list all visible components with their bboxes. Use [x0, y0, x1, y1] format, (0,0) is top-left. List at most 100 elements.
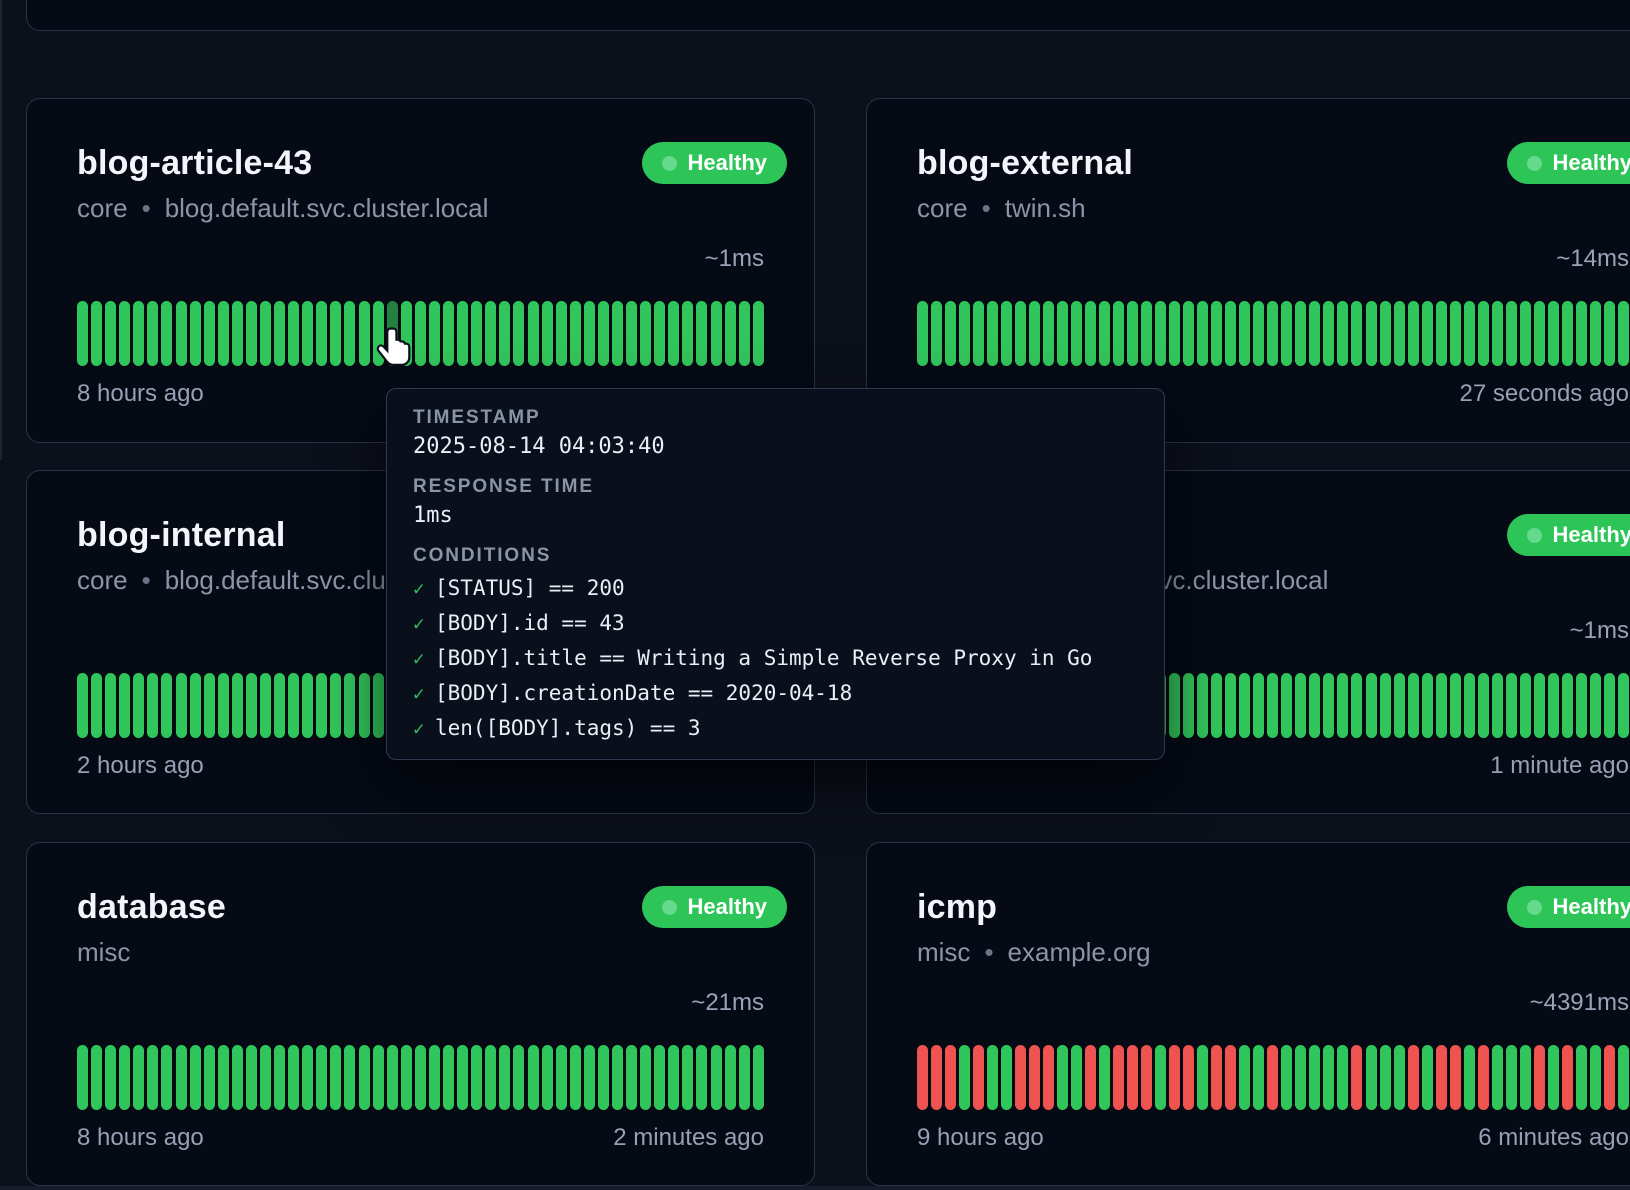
uptime-bar[interactable]	[457, 1045, 468, 1110]
uptime-bar[interactable]	[190, 301, 201, 366]
uptime-bar[interactable]	[91, 673, 102, 738]
uptime-bar[interactable]	[359, 673, 370, 738]
uptime-bar[interactable]	[246, 673, 257, 738]
uptime-bar[interactable]	[1267, 301, 1278, 366]
uptime-bar[interactable]	[1169, 673, 1180, 738]
uptime-bar[interactable]	[1169, 301, 1180, 366]
uptime-bar[interactable]	[739, 1045, 750, 1110]
uptime-bar[interactable]	[1225, 673, 1236, 738]
uptime-bar[interactable]	[1408, 1045, 1419, 1110]
uptime-bar[interactable]	[931, 301, 942, 366]
uptime-bar[interactable]	[528, 1045, 539, 1110]
uptime-bar[interactable]	[584, 301, 595, 366]
uptime-bar[interactable]	[1323, 301, 1334, 366]
uptime-bar[interactable]	[429, 301, 440, 366]
uptime-bar[interactable]	[373, 673, 384, 738]
uptime-bar[interactable]	[302, 301, 313, 366]
uptime-bar[interactable]	[973, 1045, 984, 1110]
uptime-bar[interactable]	[959, 1045, 970, 1110]
uptime-bar[interactable]	[1309, 673, 1320, 738]
uptime-bar[interactable]	[359, 301, 370, 366]
uptime-bar[interactable]	[1478, 301, 1489, 366]
uptime-bar[interactable]	[626, 301, 637, 366]
uptime-bar[interactable]	[1295, 1045, 1306, 1110]
uptime-bar[interactable]	[1590, 301, 1601, 366]
uptime-bar[interactable]	[612, 301, 623, 366]
uptime-bar[interactable]	[1197, 301, 1208, 366]
uptime-bar[interactable]	[1127, 1045, 1138, 1110]
uptime-bar[interactable]	[1141, 301, 1152, 366]
uptime-bar[interactable]	[598, 1045, 609, 1110]
uptime-bar[interactable]	[626, 1045, 637, 1110]
uptime-bar[interactable]	[176, 673, 187, 738]
uptime-bar[interactable]	[119, 301, 130, 366]
uptime-bar[interactable]	[387, 1045, 398, 1110]
uptime-bar[interactable]	[302, 1045, 313, 1110]
uptime-bar[interactable]	[471, 1045, 482, 1110]
uptime-bar[interactable]	[1099, 301, 1110, 366]
uptime-bar[interactable]	[1464, 673, 1475, 738]
service-card[interactable]: database Healthy misc ~21ms 8 hours ago …	[26, 842, 815, 1186]
uptime-bar[interactable]	[232, 301, 243, 366]
uptime-bar[interactable]	[1408, 673, 1419, 738]
uptime-bar[interactable]	[696, 1045, 707, 1110]
uptime-bar[interactable]	[288, 1045, 299, 1110]
uptime-bar[interactable]	[682, 1045, 693, 1110]
uptime-bar[interactable]	[499, 1045, 510, 1110]
uptime-bar[interactable]	[218, 673, 229, 738]
uptime-bar[interactable]	[1267, 1045, 1278, 1110]
uptime-bar[interactable]	[987, 301, 998, 366]
uptime-bar[interactable]	[682, 301, 693, 366]
uptime-bar[interactable]	[739, 301, 750, 366]
uptime-bar[interactable]	[204, 1045, 215, 1110]
uptime-bar[interactable]	[274, 1045, 285, 1110]
uptime-bar[interactable]	[1071, 301, 1082, 366]
uptime-bar[interactable]	[584, 1045, 595, 1110]
uptime-bar[interactable]	[77, 1045, 88, 1110]
uptime-bar[interactable]	[556, 301, 567, 366]
uptime-bar[interactable]	[190, 1045, 201, 1110]
uptime-bar[interactable]	[1478, 1045, 1489, 1110]
uptime-bar[interactable]	[204, 301, 215, 366]
uptime-bar[interactable]	[218, 301, 229, 366]
uptime-bar[interactable]	[91, 301, 102, 366]
uptime-bar[interactable]	[316, 1045, 327, 1110]
uptime-bar[interactable]	[485, 301, 496, 366]
uptime-bar[interactable]	[1169, 1045, 1180, 1110]
uptime-bar[interactable]	[359, 1045, 370, 1110]
uptime-bar[interactable]	[1211, 301, 1222, 366]
uptime-bar[interactable]	[1506, 1045, 1517, 1110]
uptime-bar[interactable]	[570, 1045, 581, 1110]
uptime-bar[interactable]	[316, 673, 327, 738]
uptime-bar[interactable]	[1239, 673, 1250, 738]
uptime-bar[interactable]	[711, 301, 722, 366]
uptime-bar[interactable]	[1422, 673, 1433, 738]
uptime-bar[interactable]	[1127, 301, 1138, 366]
uptime-bar[interactable]	[1183, 1045, 1194, 1110]
uptime-bar[interactable]	[654, 1045, 665, 1110]
uptime-bar[interactable]	[1253, 673, 1264, 738]
uptime-bar[interactable]	[753, 301, 764, 366]
uptime-bar[interactable]	[725, 301, 736, 366]
uptime-bar[interactable]	[1548, 301, 1559, 366]
uptime-bar[interactable]	[344, 301, 355, 366]
uptime-bar[interactable]	[443, 1045, 454, 1110]
uptime-bar[interactable]	[246, 301, 257, 366]
uptime-bar[interactable]	[1071, 1045, 1082, 1110]
uptime-bar[interactable]	[1043, 1045, 1054, 1110]
uptime-bar[interactable]	[274, 673, 285, 738]
uptime-bar[interactable]	[1225, 1045, 1236, 1110]
uptime-bar[interactable]	[316, 301, 327, 366]
uptime-bar[interactable]	[1001, 1045, 1012, 1110]
uptime-bar[interactable]	[1099, 1045, 1110, 1110]
uptime-bar[interactable]	[1029, 1045, 1040, 1110]
uptime-bar[interactable]	[1380, 301, 1391, 366]
uptime-bar[interactable]	[725, 1045, 736, 1110]
uptime-bar[interactable]	[513, 301, 524, 366]
uptime-bar[interactable]	[176, 301, 187, 366]
uptime-bar[interactable]	[1141, 1045, 1152, 1110]
uptime-bar[interactable]	[232, 1045, 243, 1110]
uptime-bar[interactable]	[105, 1045, 116, 1110]
uptime-bar[interactable]	[931, 1045, 942, 1110]
uptime-bar[interactable]	[373, 1045, 384, 1110]
